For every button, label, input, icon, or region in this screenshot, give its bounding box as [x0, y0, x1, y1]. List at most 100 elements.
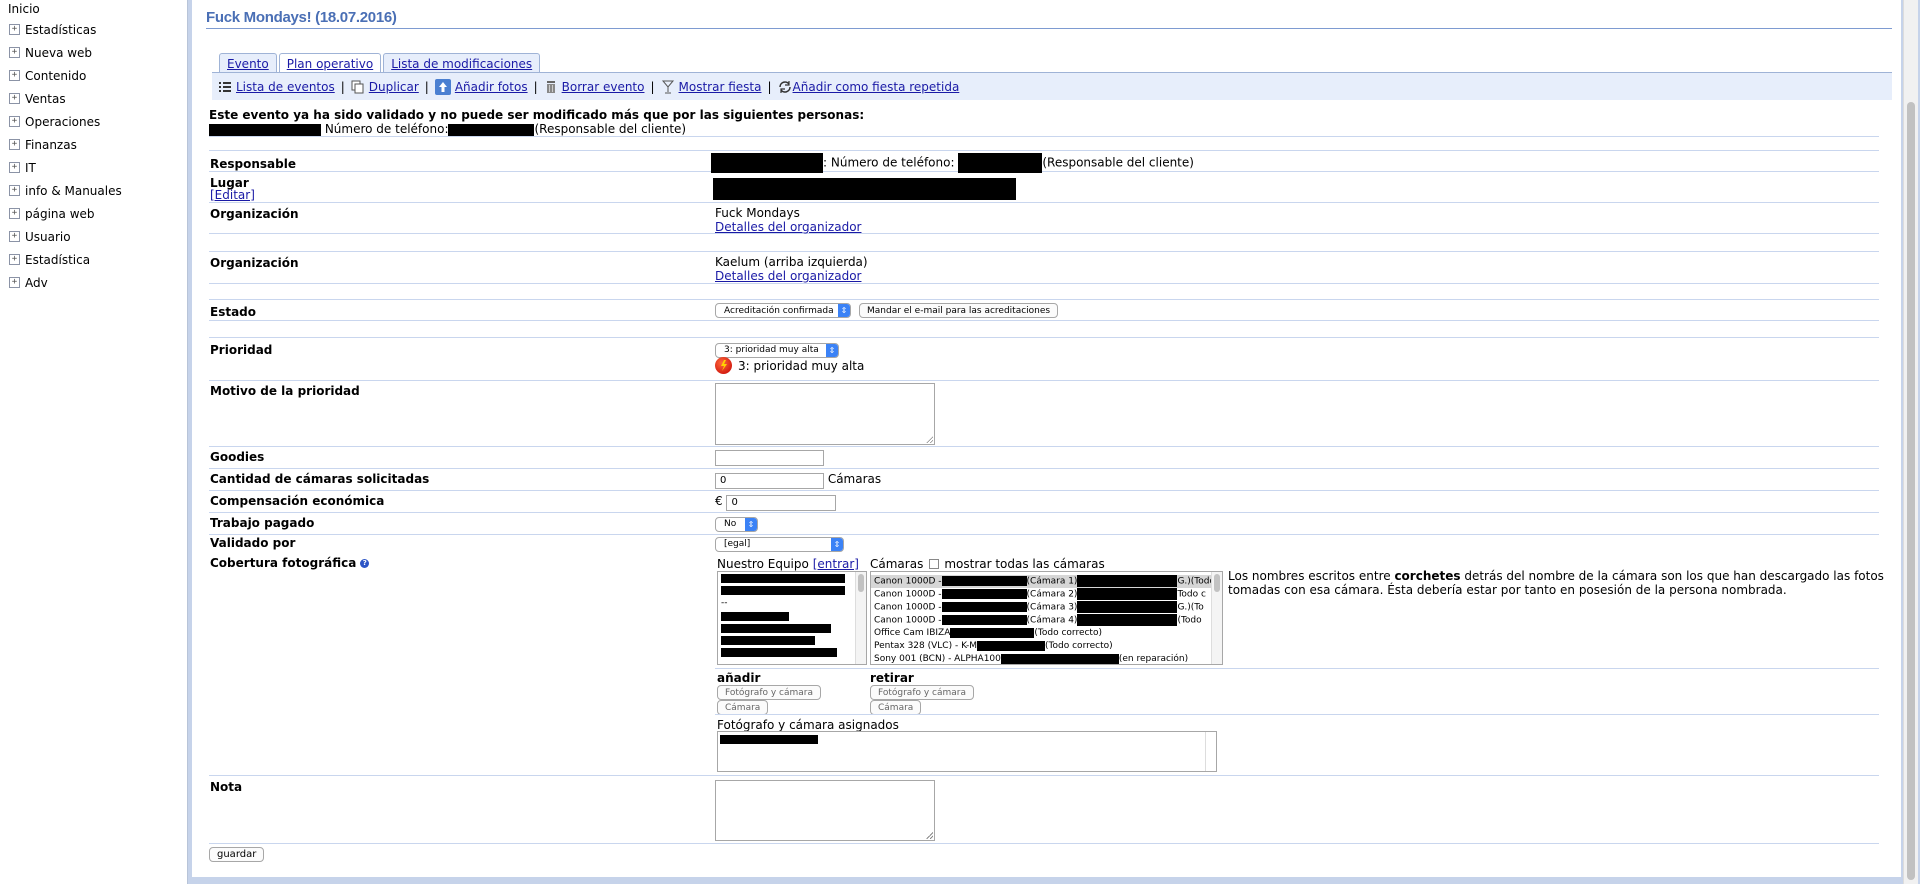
expand-icon[interactable]: + — [9, 70, 20, 81]
sidebar-item-info-manuales[interactable]: + info & Manuales — [0, 179, 187, 202]
duplicate-link[interactable]: Duplicar — [369, 80, 419, 94]
cams-label: Cámaras — [870, 557, 924, 571]
page-scroll-thumb[interactable] — [1907, 102, 1915, 880]
expand-icon[interactable]: + — [9, 185, 20, 196]
compensacion-value: € 0 — [715, 494, 837, 511]
assigned-listbox[interactable] — [717, 731, 1217, 772]
camera-option[interactable]: Canon 1000D - (Cámara 2) Todo c — [871, 588, 1222, 601]
validado-por-select[interactable]: [egal] ⇕ — [715, 536, 844, 552]
trabajo-pagado-label: Trabajo pagado — [210, 516, 315, 530]
compensacion-input[interactable]: 0 — [726, 495, 837, 511]
sidebar-item-usuario[interactable]: + Usuario — [0, 225, 187, 248]
camera-option[interactable]: Sony 001 (BCN) - ALPHA100 (en reparación) — [871, 653, 1222, 664]
sidebar-item-finanzas[interactable]: + Finanzas — [0, 133, 187, 156]
sidebar-item-label: Nueva web — [25, 45, 93, 60]
nota-textarea[interactable] — [715, 780, 935, 841]
expand-icon[interactable]: + — [9, 231, 20, 242]
page-scrollbar[interactable] — [1903, 0, 1918, 884]
tab-lista-modificaciones[interactable]: Lista de modificaciones — [383, 53, 541, 73]
expand-icon[interactable]: + — [9, 116, 20, 127]
camera-option[interactable]: Canon 1000D - (Cámara 1) G.)(Todo c — [871, 575, 1222, 588]
remove-camera-button[interactable]: Cámara — [870, 700, 922, 715]
team-listbox[interactable]: -- — [717, 571, 867, 665]
sidebar-item-página-web[interactable]: + página web — [0, 202, 187, 225]
expand-icon[interactable]: + — [9, 47, 20, 58]
notice-contact: Número de teléfono: (Responsable del clie… — [209, 122, 864, 136]
show-all-checkbox[interactable] — [929, 559, 940, 569]
expand-icon[interactable]: + — [9, 254, 20, 265]
expand-icon[interactable]: + — [9, 93, 20, 104]
lugar-edit-link[interactable]: [Editar] — [210, 188, 255, 202]
camaras-unit: Cámaras — [827, 472, 882, 486]
duplicate-icon — [351, 80, 365, 94]
estado-select[interactable]: Acreditación confirmada ⇕ — [715, 303, 851, 318]
add-repeat-party-link[interactable]: Añadir como fiesta repetida — [793, 80, 960, 94]
sidebar-item-ventas[interactable]: + Ventas — [0, 87, 187, 110]
team-label: Nuestro Equipo — [717, 557, 809, 571]
goodies-input[interactable] — [715, 450, 824, 466]
organizer-name: Fuck Mondays — [715, 206, 800, 220]
resize-grip-icon[interactable] — [926, 832, 933, 839]
responsable-phone-label: : Número de teléfono: — [823, 155, 955, 170]
redacted-phone — [958, 153, 1043, 173]
cameras-listbox[interactable]: Canon 1000D - (Cámara 1) G.)(Todo c Canon 1… — [870, 571, 1223, 665]
sidebar-item-estadística[interactable]: + Estadística — [0, 248, 187, 271]
trabajo-pagado-select[interactable]: No ⇕ — [715, 516, 758, 532]
add-photographer-camera-button[interactable]: Fotógrafo y cámara — [717, 685, 822, 700]
camera-option[interactable]: Office Cam IBIZA (Todo correcto) — [871, 627, 1222, 640]
sidebar-item-contenido[interactable]: + Contenido — [0, 64, 187, 87]
camera-option[interactable]: Canon 1000D - (Cámara 4) (Todo — [871, 614, 1222, 627]
camaras-label: Cantidad de cámaras solicitadas — [210, 472, 430, 486]
list-events-link[interactable]: Lista de eventos — [236, 80, 335, 94]
motivo-textarea[interactable] — [715, 383, 935, 445]
title-divider — [206, 28, 1892, 29]
page-title: Fuck Mondays! (18.07.2016) — [206, 9, 397, 26]
resize-grip-icon[interactable] — [926, 436, 933, 443]
sidebar-item-adv[interactable]: + Adv — [0, 271, 187, 294]
save-button[interactable]: guardar — [209, 847, 265, 862]
redacted-phone — [448, 123, 535, 136]
scroll-thumb[interactable] — [1214, 574, 1220, 592]
redacted-team-member — [721, 612, 789, 621]
send-accreditation-email-button[interactable]: Mandar el e-mail para las acreditaciones — [859, 303, 1059, 318]
expand-icon[interactable]: + — [9, 277, 20, 288]
expand-icon[interactable]: + — [9, 162, 20, 173]
prioridad-select[interactable]: 3: prioridad muy alta ⇕ — [715, 342, 839, 358]
expand-icon[interactable]: + — [9, 24, 20, 35]
show-party-link[interactable]: Mostrar fiesta — [679, 80, 762, 94]
delete-event-link[interactable]: Borrar evento — [562, 80, 645, 94]
camaras-input[interactable]: 0 — [715, 473, 824, 489]
team-scrollbar[interactable] — [855, 572, 866, 664]
sidebar-item-operaciones[interactable]: + Operaciones — [0, 110, 187, 133]
expand-icon[interactable]: + — [9, 139, 20, 150]
select-arrows-icon: ⇕ — [826, 343, 838, 357]
expand-icon[interactable]: + — [9, 208, 20, 219]
row-divider — [209, 512, 1879, 513]
row-divider — [209, 446, 1879, 447]
separator: | — [340, 79, 345, 94]
tab-evento[interactable]: Evento — [219, 53, 277, 73]
sidebar-item-nueva-web[interactable]: + Nueva web — [0, 41, 187, 64]
camera-status: (Todo correcto) — [1034, 628, 1102, 638]
organizer-details-link[interactable]: Detalles del organizador — [715, 220, 861, 234]
cocktail-icon — [661, 80, 675, 94]
organizacion-value: Kaelum (arriba izquierda) Detalles del o… — [715, 255, 868, 283]
team-enter-link[interactable]: [entrar] — [813, 557, 859, 571]
assigned-scrollbar[interactable] — [1205, 732, 1216, 771]
remove-photographer-camera-button[interactable]: Fotógrafo y cámara — [870, 685, 975, 700]
scroll-thumb[interactable] — [858, 574, 864, 592]
organizer-details-link[interactable]: Detalles del organizador — [715, 269, 861, 283]
sidebar-item-inicio[interactable]: Inicio — [0, 0, 187, 18]
camera-option[interactable]: Canon 1000D - (Cámara 3) G.)(To — [871, 601, 1222, 614]
tab-plan-operativo[interactable]: Plan operativo — [278, 53, 382, 73]
sidebar-item-it[interactable]: + IT — [0, 156, 187, 179]
camera-model: Canon 1000D - — [874, 576, 942, 587]
add-photos-link[interactable]: Añadir fotos — [455, 80, 528, 94]
camera-model: Pentax 328 (VLC) - K-M — [874, 641, 978, 651]
camera-option[interactable]: Pentax 328 (VLC) - K-M (Todo correcto) — [871, 640, 1222, 653]
help-icon[interactable]: ? — [360, 558, 370, 568]
sidebar-item-estadísticas[interactable]: + Estadísticas — [0, 18, 187, 41]
cameras-scrollbar[interactable] — [1211, 572, 1222, 664]
organizacion-label: Organización — [210, 207, 299, 221]
add-camera-button[interactable]: Cámara — [717, 700, 769, 715]
